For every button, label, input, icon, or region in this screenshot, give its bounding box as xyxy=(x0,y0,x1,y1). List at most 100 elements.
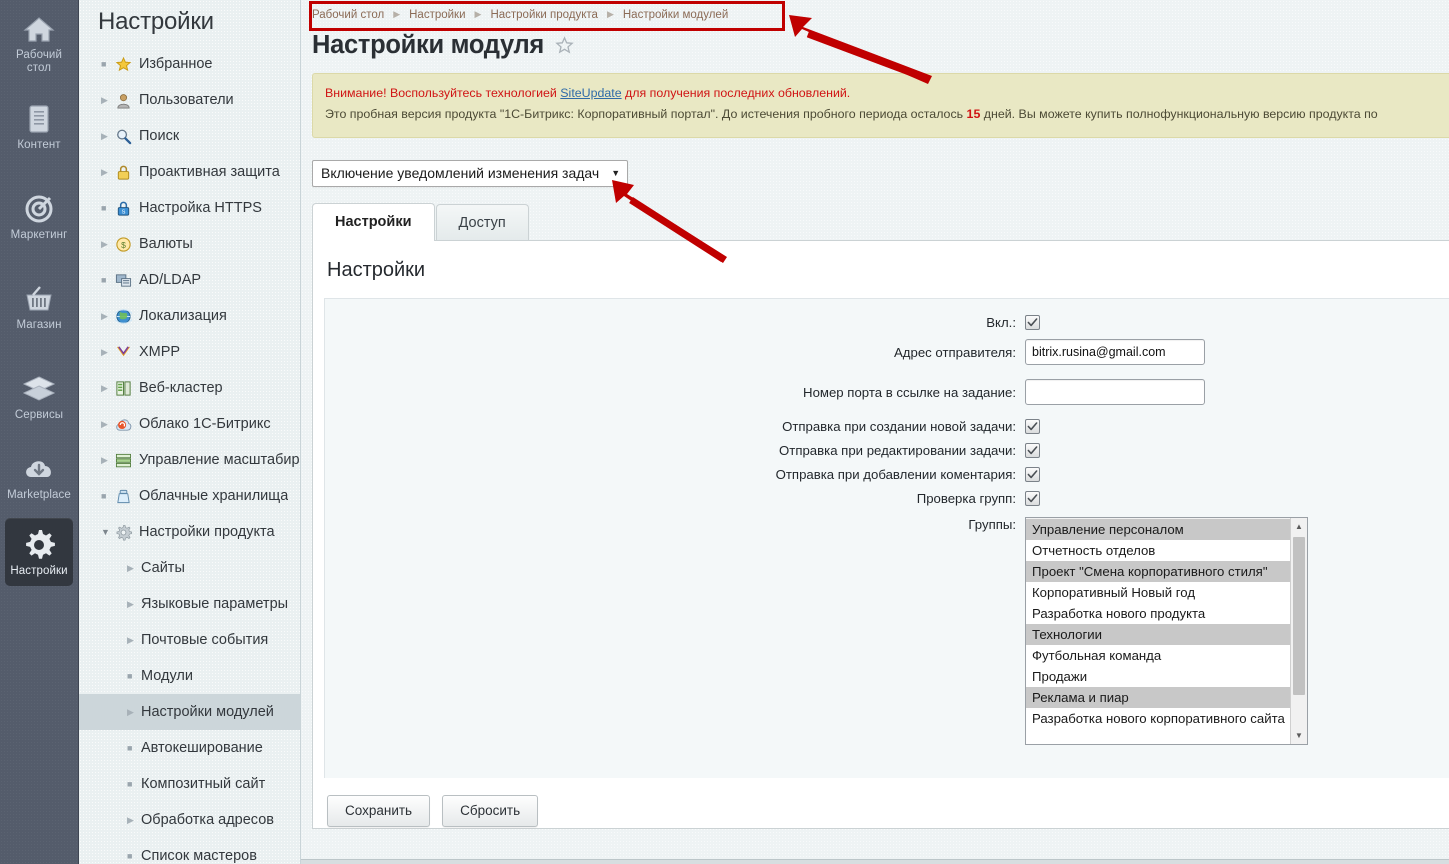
tree-item-3[interactable]: ▶ Проактивная защита xyxy=(79,154,300,190)
group-option-9[interactable]: Разработка нового корпоративного сайта xyxy=(1026,708,1290,729)
text-input-2[interactable] xyxy=(1025,379,1205,405)
group-option-1[interactable]: Отчетность отделов xyxy=(1026,540,1290,561)
tab-settings[interactable]: Настройки xyxy=(312,203,435,241)
trial-days-count: 15 xyxy=(966,107,981,121)
group-option-6[interactable]: Футбольная команда xyxy=(1026,645,1290,666)
rail-label-content: Контент xyxy=(17,139,61,151)
tree-item-19[interactable]: ■ Автокеширование xyxy=(79,730,300,766)
tree-item-13[interactable]: ▼ Настройки продукта xyxy=(79,514,300,550)
rail-item-desktop[interactable]: Рабочий стол xyxy=(5,2,73,83)
tree-item-label: Поиск xyxy=(139,128,180,144)
groups-scrollbar[interactable]: ▲ ▼ xyxy=(1290,518,1307,744)
checkbox-6[interactable] xyxy=(1025,491,1040,506)
rail-label-settings: Настройки xyxy=(10,565,68,577)
svg-text:$: $ xyxy=(121,239,126,249)
tree-item-17[interactable]: ■ Модули xyxy=(79,658,300,694)
tree-item-label: XMPP xyxy=(139,344,181,360)
settings-form: Вкл.: Адрес отправителя: Номер порта в ссы… xyxy=(324,298,1449,778)
tree-item-14[interactable]: ▶ Сайты xyxy=(79,550,300,586)
form-rows: Вкл.: Адрес отправителя: Номер порта в ссы… xyxy=(325,299,1449,506)
tree-item-5[interactable]: ▶ $ Валюты xyxy=(79,226,300,262)
group-option-8[interactable]: Реклама и пиар xyxy=(1026,687,1290,708)
scrollbar-track[interactable] xyxy=(1291,535,1307,727)
checkbox-0[interactable] xyxy=(1025,315,1040,330)
breadcrumb-item-2[interactable]: Настройки продукта xyxy=(490,9,598,21)
rail-label-services: Сервисы xyxy=(14,409,64,421)
rail-item-settings[interactable]: Настройки xyxy=(5,518,73,586)
rail-item-services[interactable]: Сервисы xyxy=(5,362,73,430)
rail-item-marketplace[interactable]: Marketplace xyxy=(5,442,73,510)
form-control-0 xyxy=(1025,315,1449,330)
tree-item-2[interactable]: ▶ Поиск xyxy=(79,118,300,154)
tree-item-0[interactable]: ■ Избранное xyxy=(79,46,300,82)
triangle-up-icon[interactable]: ▲ xyxy=(1291,518,1307,535)
group-option-2[interactable]: Проект "Смена корпоративного стиля" xyxy=(1026,561,1290,582)
module-select[interactable]: Включение уведомлений изменения задач ▼ xyxy=(312,160,629,187)
tree-item-1[interactable]: ▶ Пользователи xyxy=(79,82,300,118)
groups-listbox[interactable]: Управление персоналом Отчетность отделов П… xyxy=(1025,517,1308,745)
scrollbar-thumb[interactable] xyxy=(1293,537,1305,695)
rail-label-marketplace: Marketplace xyxy=(7,489,71,501)
bullet-icon: ■ xyxy=(127,670,133,681)
rail-item-content[interactable]: Контент xyxy=(5,92,73,160)
save-button[interactable]: Сохранить xyxy=(327,795,431,827)
triangle-down-icon[interactable]: ▼ xyxy=(1291,727,1307,744)
tree-item-6[interactable]: ■ AD/LDAP xyxy=(79,262,300,298)
group-option-0[interactable]: Управление персоналом xyxy=(1026,519,1290,540)
form-label-2: Номер порта в ссылке на задание: xyxy=(803,384,1016,400)
group-option-4[interactable]: Разработка нового продукта xyxy=(1026,603,1290,624)
settings-tree-sidebar: Настройки ■ Избранное ▶ Пользователи ▶ Поиск ▶… xyxy=(79,0,301,864)
tree-item-16[interactable]: ▶ Почтовые события xyxy=(79,622,300,658)
tree-item-9[interactable]: ▶ Веб-кластер xyxy=(79,370,300,406)
breadcrumb-item-0[interactable]: Рабочий стол xyxy=(312,9,384,21)
tree-item-12[interactable]: ■ Облачные хранилища xyxy=(79,478,300,514)
scaling-icon xyxy=(115,451,139,469)
form-row-3: Отправка при создании новой задачи: xyxy=(325,419,1449,434)
bitrix-admin-page: Рабочий стол Контент Маркетинг Магазин С… xyxy=(0,0,1449,864)
tree-item-11[interactable]: ▶ Управление масштабирова xyxy=(79,442,300,478)
group-option-3[interactable]: Корпоративный Новый год xyxy=(1026,582,1290,603)
reset-button[interactable]: Сбросить xyxy=(442,795,539,827)
notice-line-1: Внимание! Воспользуйтесь технологией Sit… xyxy=(325,83,1439,104)
form-row-1: Адрес отправителя: xyxy=(325,339,1449,365)
lock-icon xyxy=(115,163,139,181)
tree-item-18[interactable]: ▶ Настройки модулей xyxy=(79,694,300,730)
form-control-6 xyxy=(1025,491,1449,506)
bullet-icon: ■ xyxy=(127,742,133,753)
tree-item-10[interactable]: ▶ Облако 1С-Битрикс xyxy=(79,406,300,442)
siteupdate-link[interactable]: SiteUpdate xyxy=(560,86,621,100)
form-row-0: Вкл.: xyxy=(325,315,1449,330)
checkbox-3[interactable] xyxy=(1025,419,1040,434)
tree-item-4[interactable]: ■ S Настройка HTTPS xyxy=(79,190,300,226)
form-row-2: Номер порта в ссылке на задание: xyxy=(325,379,1449,405)
tree-item-7[interactable]: ▶ Локализация xyxy=(79,298,300,334)
checkbox-5[interactable] xyxy=(1025,467,1040,482)
star-outline-icon[interactable] xyxy=(555,35,574,60)
tree-item-label: Облачные хранилища xyxy=(139,488,289,504)
tree-item-label: Пользователи xyxy=(139,92,234,108)
home-icon xyxy=(5,12,73,46)
form-row-4: Отправка при редактировании задачи: xyxy=(325,443,1449,458)
tree-item-label: Почтовые события xyxy=(141,632,269,648)
rail-item-marketing[interactable]: Маркетинг xyxy=(5,182,73,250)
tree-item-21[interactable]: ▶ Обработка адресов xyxy=(79,802,300,838)
settings-tabs: Настройки Доступ xyxy=(301,203,1449,241)
settings-tree-title: Настройки xyxy=(98,8,214,35)
tree-item-label: Облако 1С-Битрикс xyxy=(139,416,271,432)
rail-item-shop[interactable]: Магазин xyxy=(5,272,73,340)
tree-item-8[interactable]: ▶ XMPP xyxy=(79,334,300,370)
tree-item-22[interactable]: ■ Список мастеров xyxy=(79,838,300,864)
checkbox-4[interactable] xyxy=(1025,443,1040,458)
tab-access[interactable]: Доступ xyxy=(435,204,529,241)
group-option-7[interactable]: Продажи xyxy=(1026,666,1290,687)
text-input-1[interactable] xyxy=(1025,339,1205,365)
chevron-right-icon: ▶ xyxy=(127,706,134,717)
chevron-right-icon: ▶ xyxy=(101,166,108,177)
bullet-icon: ■ xyxy=(101,202,107,213)
form-label-4: Отправка при редактировании задачи: xyxy=(779,443,1016,458)
group-option-5[interactable]: Технологии xyxy=(1026,624,1290,645)
breadcrumb-item-1[interactable]: Настройки xyxy=(409,9,465,21)
tree-item-20[interactable]: ■ Композитный сайт xyxy=(79,766,300,802)
breadcrumb-item-3[interactable]: Настройки модулей xyxy=(623,9,728,21)
tree-item-15[interactable]: ▶ Языковые параметры xyxy=(79,586,300,622)
